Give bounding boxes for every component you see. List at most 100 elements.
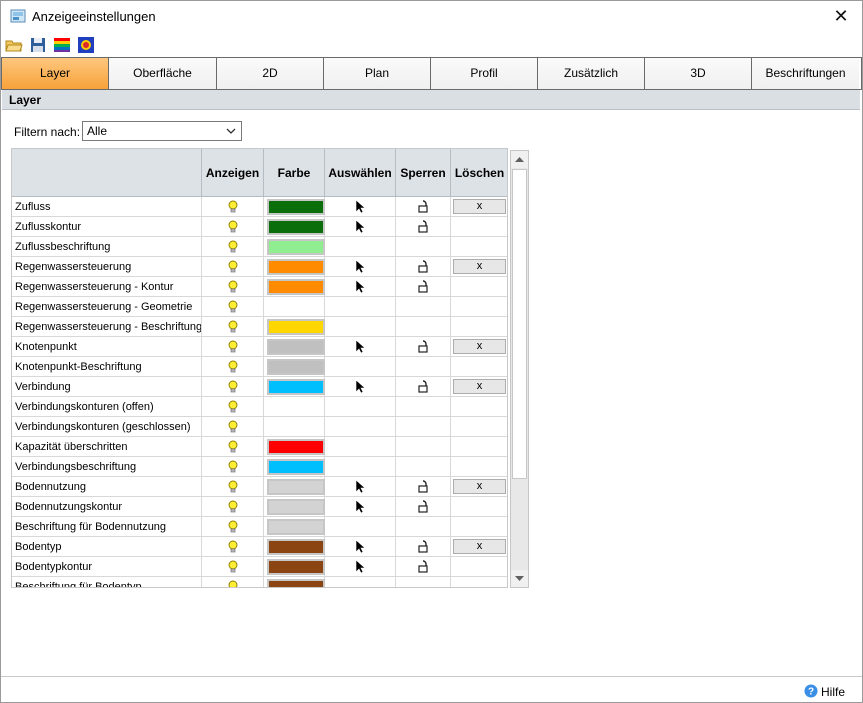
color-cell[interactable] (264, 537, 325, 557)
color-swatch[interactable] (267, 339, 325, 355)
delete-button[interactable]: x (453, 539, 506, 554)
color-swatch[interactable] (267, 359, 325, 375)
lock-cell[interactable] (396, 457, 451, 477)
visibility-cell[interactable] (202, 437, 264, 457)
unlocked-padlock-icon[interactable] (417, 220, 429, 233)
lightbulb-icon[interactable] (228, 500, 238, 514)
delete-button[interactable]: x (453, 259, 506, 274)
color-cell[interactable] (264, 237, 325, 257)
select-cell[interactable] (325, 237, 396, 257)
lock-cell[interactable] (396, 257, 451, 277)
color-cell[interactable] (264, 257, 325, 277)
cursor-arrow-icon[interactable] (355, 379, 366, 394)
lightbulb-icon[interactable] (228, 220, 238, 234)
color-swatch[interactable] (267, 219, 325, 235)
color-cell[interactable] (264, 417, 325, 437)
lightbulb-icon[interactable] (228, 200, 238, 214)
cursor-arrow-icon[interactable] (355, 279, 366, 294)
visibility-cell[interactable] (202, 417, 264, 437)
visibility-cell[interactable] (202, 517, 264, 537)
select-cell[interactable] (325, 257, 396, 277)
visibility-cell[interactable] (202, 237, 264, 257)
select-cell[interactable] (325, 417, 396, 437)
lock-cell[interactable] (396, 477, 451, 497)
color-swatch[interactable] (267, 259, 325, 275)
tab-layer[interactable]: Layer (2, 58, 109, 89)
lightbulb-icon[interactable] (228, 420, 238, 434)
select-cell[interactable] (325, 377, 396, 397)
tab-3d[interactable]: 3D (645, 58, 752, 89)
lock-cell[interactable] (396, 377, 451, 397)
visibility-cell[interactable] (202, 297, 264, 317)
color-cell[interactable] (264, 217, 325, 237)
color-cell[interactable] (264, 517, 325, 537)
lightbulb-icon[interactable] (228, 540, 238, 554)
tab-profil[interactable]: Profil (431, 58, 538, 89)
color-cell[interactable] (264, 317, 325, 337)
cursor-arrow-icon[interactable] (355, 199, 366, 214)
visibility-cell[interactable] (202, 217, 264, 237)
lock-cell[interactable] (396, 517, 451, 537)
tab-zusaetzlich[interactable]: Zusätzlich (538, 58, 645, 89)
scroll-down-icon[interactable] (511, 570, 528, 587)
lightbulb-icon[interactable] (228, 440, 238, 454)
select-cell[interactable] (325, 517, 396, 537)
color-cell[interactable] (264, 477, 325, 497)
help-icon[interactable]: ? (804, 684, 818, 698)
delete-button[interactable]: x (453, 379, 506, 394)
lightbulb-icon[interactable] (228, 260, 238, 274)
select-cell[interactable] (325, 537, 396, 557)
color-cell[interactable] (264, 457, 325, 477)
lightbulb-icon[interactable] (228, 580, 238, 588)
help-label[interactable]: Hilfe (821, 685, 845, 699)
visibility-cell[interactable] (202, 537, 264, 557)
tab-oberflaeche[interactable]: Oberfläche (109, 58, 217, 89)
color-swatch[interactable] (267, 279, 325, 295)
filter-dropdown[interactable]: Alle (82, 121, 242, 141)
paint-settings-icon[interactable] (77, 36, 95, 54)
lock-cell[interactable] (396, 237, 451, 257)
select-cell[interactable] (325, 557, 396, 577)
color-swatch[interactable] (267, 479, 325, 495)
color-swatch[interactable] (267, 319, 325, 335)
color-cell[interactable] (264, 377, 325, 397)
select-cell[interactable] (325, 497, 396, 517)
tab-plan[interactable]: Plan (324, 58, 431, 89)
visibility-cell[interactable] (202, 357, 264, 377)
unlocked-padlock-icon[interactable] (417, 500, 429, 513)
unlocked-padlock-icon[interactable] (417, 560, 429, 573)
lock-cell[interactable] (396, 217, 451, 237)
visibility-cell[interactable] (202, 557, 264, 577)
unlocked-padlock-icon[interactable] (417, 540, 429, 553)
lightbulb-icon[interactable] (228, 400, 238, 414)
color-cell[interactable] (264, 437, 325, 457)
select-cell[interactable] (325, 317, 396, 337)
lightbulb-icon[interactable] (228, 240, 238, 254)
lightbulb-icon[interactable] (228, 520, 238, 534)
cursor-arrow-icon[interactable] (355, 479, 366, 494)
unlocked-padlock-icon[interactable] (417, 340, 429, 353)
color-cell[interactable] (264, 277, 325, 297)
lightbulb-icon[interactable] (228, 360, 238, 374)
unlocked-padlock-icon[interactable] (417, 280, 429, 293)
color-swatch[interactable] (267, 199, 325, 215)
color-swatch[interactable] (267, 439, 325, 455)
lock-cell[interactable] (396, 317, 451, 337)
lock-cell[interactable] (396, 357, 451, 377)
visibility-cell[interactable] (202, 577, 264, 588)
visibility-cell[interactable] (202, 317, 264, 337)
lock-cell[interactable] (396, 497, 451, 517)
cursor-arrow-icon[interactable] (355, 499, 366, 514)
visibility-cell[interactable] (202, 457, 264, 477)
color-cell[interactable] (264, 397, 325, 417)
visibility-cell[interactable] (202, 257, 264, 277)
cursor-arrow-icon[interactable] (355, 539, 366, 554)
lightbulb-icon[interactable] (228, 460, 238, 474)
unlocked-padlock-icon[interactable] (417, 200, 429, 213)
color-swatch[interactable] (267, 579, 325, 587)
select-cell[interactable] (325, 337, 396, 357)
color-swatch[interactable] (267, 519, 325, 535)
delete-button[interactable]: x (453, 339, 506, 354)
visibility-cell[interactable] (202, 197, 264, 217)
select-cell[interactable] (325, 437, 396, 457)
